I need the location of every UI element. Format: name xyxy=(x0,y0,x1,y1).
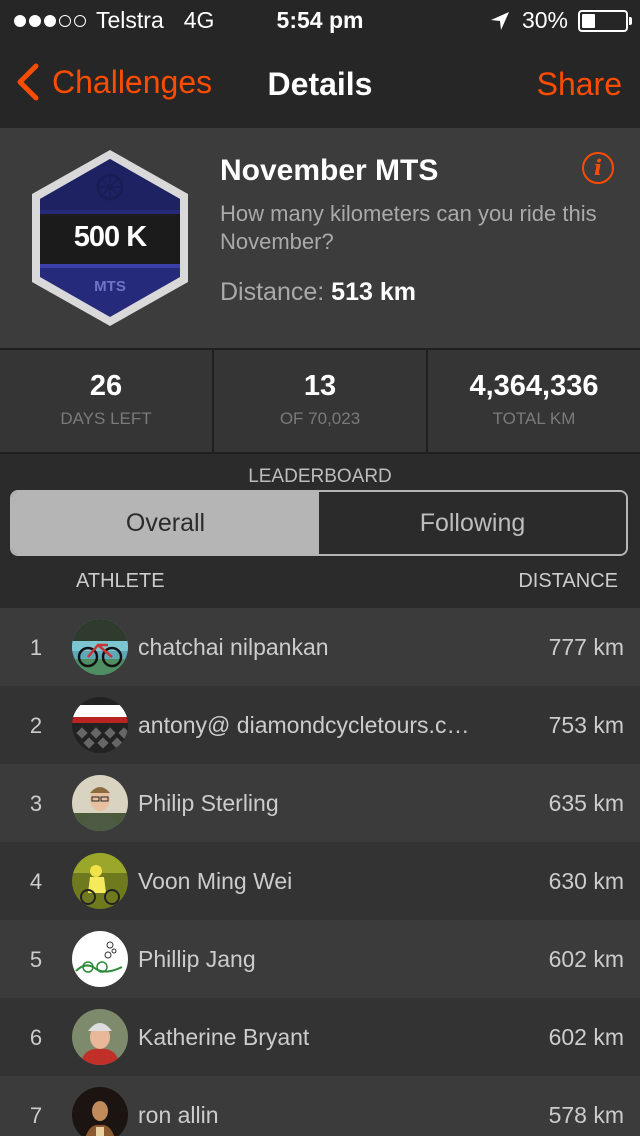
athlete-distance: 578 km xyxy=(548,1102,624,1128)
athlete-distance: 602 km xyxy=(548,1024,624,1050)
row-rank: 1 xyxy=(29,635,43,660)
athlete-distance: 777 km xyxy=(548,634,624,660)
navigation-bar: Challenges Details Share xyxy=(0,42,640,128)
person-photo-icon xyxy=(72,775,128,831)
challenge-description: How many kilometers can you ride this No… xyxy=(220,201,597,254)
row-rank: 7 xyxy=(29,1103,43,1128)
leaderboard-segmented-control: Overall Following xyxy=(10,490,628,556)
person-photo-dark-icon xyxy=(72,1087,128,1136)
avatar[interactable] xyxy=(72,619,128,675)
stats-bar: 26 DAYS LEFT 13 OF 70,023 4,364,336 TOTA… xyxy=(0,348,640,454)
stat-rank: 13 OF 70,023 xyxy=(214,350,428,452)
avatar[interactable] xyxy=(72,1009,128,1065)
stat-total-km: 4,364,336 TOTAL KM xyxy=(428,350,640,452)
leaderboard-list: 1 chatchai nilpankan 777 km 2 antony@ di… xyxy=(0,608,640,1136)
leaderboard-row[interactable]: 3 Philip Sterling 635 km xyxy=(0,764,640,842)
leaderboard-row[interactable]: 4 Voon Ming Wei 630 km xyxy=(0,842,640,920)
leaderboard-row[interactable]: 1 chatchai nilpankan 777 km xyxy=(0,608,640,686)
diamond-logo-icon xyxy=(72,697,128,753)
info-icon[interactable]: i xyxy=(582,152,614,184)
stat-label: TOTAL KM xyxy=(492,409,576,428)
row-rank: 5 xyxy=(29,947,43,972)
row-rank: 3 xyxy=(29,791,43,816)
tab-overall[interactable]: Overall xyxy=(12,492,319,554)
battery-percent: 30% xyxy=(521,7,568,33)
row-rank: 2 xyxy=(29,713,43,738)
bike-photo-icon xyxy=(72,619,128,675)
distance-value: 513 km xyxy=(331,278,416,306)
leaderboard-row[interactable]: 6 Katherine Bryant 602 km xyxy=(0,998,640,1076)
avatar[interactable] xyxy=(72,697,128,753)
stat-value: 26 xyxy=(89,370,123,402)
badge-subtitle: MTS xyxy=(94,278,126,295)
battery-icon xyxy=(578,9,632,32)
status-right: 30% xyxy=(490,7,632,34)
battery-fill xyxy=(582,13,595,28)
stat-value: 13 xyxy=(303,370,337,402)
stat-label: OF 70,023 xyxy=(279,409,361,428)
athlete-distance: 635 km xyxy=(548,790,624,816)
stat-value: 4,364,336 xyxy=(469,370,599,402)
athlete-name: ron allin xyxy=(138,1102,219,1128)
athlete-distance: 630 km xyxy=(548,868,624,894)
distance-label: Distance: xyxy=(220,278,325,306)
athlete-name: Philip Sterling xyxy=(138,790,279,816)
challenge-header: 500 K MTS November MTS How many kilomete… xyxy=(0,128,640,348)
athlete-name: antony@ diamondcycletours.com xyxy=(138,712,478,738)
column-header-distance: DISTANCE xyxy=(518,570,618,592)
challenge-title: November MTS xyxy=(220,154,439,187)
location-arrow-icon xyxy=(490,11,509,30)
status-bar: Telstra 4G 5:54 pm 30% xyxy=(0,0,640,42)
cyclist-photo-icon xyxy=(72,853,128,909)
leaderboard-row[interactable]: 7 ron allin 578 km xyxy=(0,1076,640,1136)
badge-label: 500 K xyxy=(73,221,147,253)
athlete-distance: 602 km xyxy=(548,946,624,972)
athlete-name: Phillip Jang xyxy=(138,946,256,972)
row-rank: 6 xyxy=(29,1025,43,1050)
athlete-name: Katherine Bryant xyxy=(138,1024,310,1050)
leaderboard-title: LEADERBOARD xyxy=(248,466,392,487)
athlete-distance: 753 km xyxy=(548,712,624,738)
row-rank: 4 xyxy=(29,869,43,894)
leaderboard-row[interactable]: 5 Phillip Jang 602 km xyxy=(0,920,640,998)
tab-following[interactable]: Following xyxy=(319,492,626,554)
avatar[interactable] xyxy=(72,1087,128,1136)
avatar[interactable] xyxy=(72,931,128,987)
leaderboard-row[interactable]: 2 antony@ diamondcycletours.com 753 km xyxy=(0,686,640,764)
helmet-photo-icon xyxy=(72,1009,128,1065)
column-header-athlete: ATHLETE xyxy=(76,570,165,592)
share-button[interactable]: Share xyxy=(537,66,622,103)
avatar[interactable] xyxy=(72,775,128,831)
stat-label: DAYS LEFT xyxy=(60,409,152,428)
athlete-name: chatchai nilpankan xyxy=(138,634,329,660)
drawing-icon xyxy=(72,931,128,987)
stat-days-left: 26 DAYS LEFT xyxy=(0,350,214,452)
challenge-distance: Distance: 513 km xyxy=(220,278,416,307)
athlete-name: Voon Ming Wei xyxy=(138,868,293,894)
avatar[interactable] xyxy=(72,853,128,909)
